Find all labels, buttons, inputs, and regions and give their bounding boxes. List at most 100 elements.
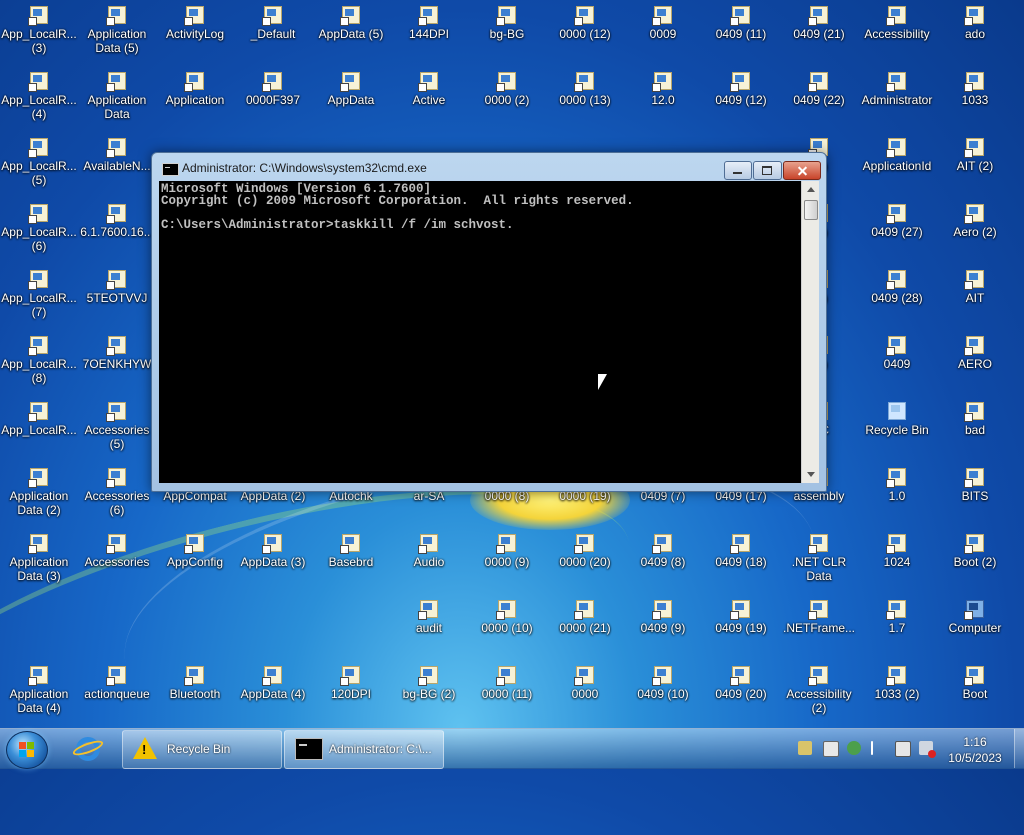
desktop-icon[interactable]: 0409 (22) — [780, 70, 858, 134]
desktop-icon[interactable]: 1033 — [936, 70, 1014, 134]
desktop-icon[interactable]: 0000 (10) — [468, 598, 546, 662]
desktop-icon[interactable]: Basebrd — [312, 532, 390, 596]
console-command-line[interactable]: C:\Users\Administrator>taskkill /f /im s… — [159, 219, 514, 232]
taskbar-clock[interactable]: 1:16 10/5/2023 — [940, 734, 1010, 766]
desktop-icon[interactable]: 0409 (20) — [702, 664, 780, 728]
desktop-icon[interactable]: Computer — [936, 598, 1014, 662]
desktop-icon[interactable]: Audio — [390, 532, 468, 596]
maximize-button[interactable] — [753, 161, 782, 180]
desktop-icon[interactable]: ApplicationId — [858, 136, 936, 200]
minimize-button[interactable] — [724, 161, 752, 180]
desktop-icon[interactable]: actionqueue — [78, 664, 156, 728]
desktop-icon[interactable]: Administrator — [858, 70, 936, 134]
desktop-icon[interactable]: AvailableN... — [78, 136, 156, 200]
desktop-icon[interactable]: AppData (5) — [312, 4, 390, 68]
desktop-icon[interactable]: 0000F397 — [234, 70, 312, 134]
close-button[interactable] — [783, 161, 821, 180]
desktop-icon[interactable]: 0409 (27) — [858, 202, 936, 266]
desktop-icon[interactable]: Application — [156, 70, 234, 134]
desktop-icon[interactable]: 0409 (28) — [858, 268, 936, 332]
desktop-icon[interactable]: Application Data (4) — [0, 664, 78, 728]
desktop-icon[interactable]: 144DPI — [390, 4, 468, 68]
desktop-icon[interactable]: 0409 (11) — [702, 4, 780, 68]
desktop-icon[interactable]: Application Data — [78, 70, 156, 134]
desktop-icon[interactable]: 6.1.7600.16... — [78, 202, 156, 266]
tray-security-icon[interactable] — [847, 741, 861, 755]
desktop-icon[interactable]: Accessories (5) — [78, 400, 156, 464]
desktop-icon[interactable]: 0000 (9) — [468, 532, 546, 596]
vertical-scrollbar[interactable] — [801, 181, 819, 483]
desktop-icon[interactable]: App_LocalR... (7) — [0, 268, 78, 332]
desktop-icon[interactable]: Accessories — [78, 532, 156, 596]
console-area[interactable]: Microsoft Windows [Version 6.1.7600] Cop… — [159, 181, 801, 483]
desktop-icon[interactable]: bg-BG (2) — [390, 664, 468, 728]
scroll-thumb[interactable] — [804, 200, 818, 220]
taskbar-item-recycle-bin[interactable]: Recycle Bin — [122, 730, 282, 769]
desktop-icon[interactable]: Accessibility — [858, 4, 936, 68]
desktop-icon[interactable]: Active — [390, 70, 468, 134]
tray-flag-icon[interactable] — [871, 741, 873, 755]
start-button[interactable] — [6, 731, 48, 769]
desktop-icon[interactable]: 7OENKHYW — [78, 334, 156, 398]
desktop-icon[interactable]: 0000 (20) — [546, 532, 624, 596]
desktop-icon[interactable]: App_LocalR... (4) — [0, 70, 78, 134]
desktop-icon[interactable]: 0409 (19) — [702, 598, 780, 662]
internet-explorer-icon[interactable] — [71, 733, 105, 765]
desktop-icon[interactable]: App_LocalR... (8) — [0, 334, 78, 398]
desktop-icon[interactable]: Bluetooth — [156, 664, 234, 728]
scroll-down-button[interactable] — [802, 466, 819, 483]
desktop-icon[interactable]: 0409 (21) — [780, 4, 858, 68]
desktop-icon[interactable]: audit — [390, 598, 468, 662]
desktop-icon[interactable]: 0000 — [546, 664, 624, 728]
desktop-icon[interactable]: 0000 (2) — [468, 70, 546, 134]
desktop-icon[interactable]: 120DPI — [312, 664, 390, 728]
desktop-icon[interactable]: Application Data (3) — [0, 532, 78, 596]
desktop-icon[interactable]: Application Data (2) — [0, 466, 78, 530]
desktop-icon[interactable]: App_LocalR... (3) — [0, 4, 78, 68]
cmd-window[interactable]: Administrator: C:\Windows\system32\cmd.e… — [151, 152, 827, 492]
tray-document-icon[interactable] — [823, 741, 839, 757]
desktop-icon[interactable]: 1.0 — [858, 466, 936, 530]
desktop-icon[interactable]: 0000 (12) — [546, 4, 624, 68]
tray-network-icon[interactable] — [895, 741, 911, 757]
desktop-icon[interactable]: 0000 (11) — [468, 664, 546, 728]
desktop-icon[interactable]: AppData (4) — [234, 664, 312, 728]
desktop-icon[interactable]: AppData — [312, 70, 390, 134]
desktop-icon[interactable]: AIT (2) — [936, 136, 1014, 200]
desktop-icon[interactable]: 0000 (21) — [546, 598, 624, 662]
tray-volume-muted-icon[interactable] — [919, 741, 936, 758]
desktop-icon[interactable]: Recycle Bin — [858, 400, 936, 464]
taskbar-item-cmd[interactable]: Administrator: C:\... — [284, 730, 444, 769]
desktop-icon[interactable]: Boot — [936, 664, 1014, 728]
tray-app-icon[interactable] — [798, 741, 812, 755]
desktop-icon[interactable]: App_LocalR... (5) — [0, 136, 78, 200]
desktop-icon[interactable]: AERO — [936, 334, 1014, 398]
desktop-icon[interactable]: 0000 (13) — [546, 70, 624, 134]
desktop-icon[interactable]: AppData (3) — [234, 532, 312, 596]
desktop-icon[interactable]: 0409 (18) — [702, 532, 780, 596]
desktop-icon[interactable]: 0409 (9) — [624, 598, 702, 662]
desktop-icon[interactable]: App_LocalR... (6) — [0, 202, 78, 266]
desktop-icon[interactable]: Accessories (6) — [78, 466, 156, 530]
desktop-icon[interactable]: Application Data (5) — [78, 4, 156, 68]
show-desktop-button[interactable] — [1014, 729, 1024, 768]
desktop-icon[interactable]: ado — [936, 4, 1014, 68]
window-titlebar[interactable]: Administrator: C:\Windows\system32\cmd.e… — [152, 153, 826, 181]
desktop-icon[interactable]: AIT — [936, 268, 1014, 332]
desktop-icon[interactable]: bad — [936, 400, 1014, 464]
desktop-icon[interactable]: Aero (2) — [936, 202, 1014, 266]
desktop-icon[interactable]: bg-BG — [468, 4, 546, 68]
desktop-icon[interactable]: 0409 — [858, 334, 936, 398]
desktop-icon[interactable]: 0409 (10) — [624, 664, 702, 728]
desktop-icon[interactable]: Accessibility (2) — [780, 664, 858, 728]
desktop-icon[interactable]: App_LocalR... — [0, 400, 78, 464]
desktop-icon[interactable]: 0409 (8) — [624, 532, 702, 596]
desktop-icon[interactable]: .NETFrame... — [780, 598, 858, 662]
desktop-icon[interactable]: .NET CLR Data — [780, 532, 858, 596]
desktop-icon[interactable]: 5TEOTVVJ — [78, 268, 156, 332]
scroll-up-button[interactable] — [802, 181, 819, 198]
desktop-icon[interactable]: AppConfig — [156, 532, 234, 596]
desktop-icon[interactable]: ActivityLog — [156, 4, 234, 68]
desktop-icon[interactable]: 0409 (12) — [702, 70, 780, 134]
desktop-icon[interactable]: Boot (2) — [936, 532, 1014, 596]
